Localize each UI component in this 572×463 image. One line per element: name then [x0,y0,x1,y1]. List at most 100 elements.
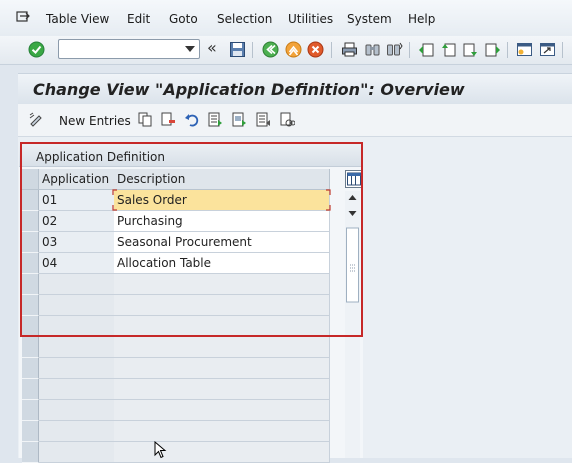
delete-icon[interactable] [161,112,176,127]
description-cell[interactable] [114,400,330,421]
row-selector[interactable] [22,379,39,400]
description-cell[interactable] [114,274,330,295]
menu-help[interactable]: Help [408,12,435,26]
application-cell: 01 [39,190,115,211]
shortcut-icon[interactable] [539,41,556,58]
table-row[interactable]: 02 Purchasing [22,211,330,232]
description-value: Allocation Table [117,256,212,270]
row-selector[interactable] [22,211,39,232]
description-cell[interactable] [114,442,330,463]
menu-system[interactable]: System [347,12,392,26]
vertical-scrollbar[interactable] [345,191,360,458]
description-cell[interactable] [114,379,330,400]
empty-row[interactable] [22,400,330,421]
column-header-application[interactable]: Application [39,169,115,190]
empty-row[interactable] [22,421,330,442]
cancel-icon[interactable] [307,41,324,58]
application-value: 03 [42,235,58,249]
description-cell[interactable] [114,295,330,316]
description-cell[interactable]: Sales Order [112,189,331,211]
previous-page-icon[interactable] [440,41,457,58]
select-all-rows-header[interactable] [22,169,39,190]
enter-check-icon[interactable] [28,41,45,58]
application-value: 01 [42,193,58,207]
row-selector[interactable] [22,253,39,274]
empty-row[interactable] [22,274,330,295]
new-session-icon[interactable] [516,41,533,58]
focus-bracket-icon [112,189,331,211]
description-cell[interactable] [114,421,330,442]
toolbar-separator [409,42,410,58]
find-icon[interactable] [364,41,381,58]
menu-utilities[interactable]: Utilities [288,12,333,26]
row-selector[interactable] [22,232,39,253]
application-cell [39,358,115,379]
table-row[interactable]: 01 Sales Order [22,189,331,211]
exit-icon[interactable] [285,41,302,58]
copy-icon[interactable] [138,112,153,127]
row-selector[interactable] [22,358,39,379]
application-cell [39,442,115,463]
row-selector[interactable] [22,337,39,358]
back-double-icon[interactable]: « [207,38,217,57]
description-cell[interactable]: Seasonal Procurement [114,232,330,253]
undo-icon[interactable] [184,112,199,127]
empty-row[interactable] [22,358,330,379]
application-cell [39,337,115,358]
command-field[interactable] [58,39,200,59]
empty-row[interactable] [22,316,330,337]
page-title: Change View "Application Definition": Ov… [33,80,465,99]
deselect-all-icon[interactable] [256,112,271,127]
row-selector[interactable] [22,274,39,295]
description-cell[interactable] [114,316,330,337]
new-entries-button[interactable]: New Entries [59,114,131,128]
print-list-icon[interactable] [280,112,295,127]
application-value: 04 [42,256,58,270]
save-icon[interactable] [229,41,246,58]
table-row[interactable]: 04 Allocation Table [22,253,330,274]
menu-selection[interactable]: Selection [217,12,272,26]
menu-edit[interactable]: Edit [127,12,150,26]
application-toolbar: New Entries [18,104,572,137]
menu-table-view[interactable]: Table View [46,12,109,26]
print-icon[interactable] [341,41,358,58]
row-selector[interactable] [22,190,39,211]
application-cell: 03 [39,232,115,253]
column-header-description[interactable]: Description [114,169,330,190]
application-cell [39,316,115,337]
row-selector[interactable] [22,316,39,337]
toolbar-separator [252,42,253,58]
toolbar-separator [507,42,508,58]
empty-row[interactable] [22,295,330,316]
table-settings-button[interactable] [345,170,363,188]
row-selector[interactable] [22,295,39,316]
row-selector[interactable] [22,421,39,442]
select-all-icon[interactable] [208,112,223,127]
description-value: Purchasing [117,214,183,228]
table-row[interactable]: 03 Seasonal Procurement [22,232,330,253]
description-cell[interactable]: Allocation Table [114,253,330,274]
application-cell [39,274,115,295]
description-cell[interactable] [114,358,330,379]
description-cell[interactable] [114,337,330,358]
next-page-icon[interactable] [462,41,479,58]
find-next-icon[interactable] [386,41,403,58]
row-selector[interactable] [22,400,39,421]
menu-icon[interactable] [16,11,30,23]
last-page-icon[interactable] [484,41,501,58]
first-page-icon[interactable] [418,41,435,58]
chevron-down-icon[interactable] [185,46,195,52]
display-change-icon[interactable] [29,112,44,127]
menu-goto[interactable]: Goto [169,12,198,26]
select-block-icon[interactable] [232,112,247,127]
description-cell[interactable]: Purchasing [114,211,330,232]
back-icon[interactable] [262,41,279,58]
application-cell: 04 [39,253,115,274]
toolbar-separator [331,42,332,58]
application-cell [39,400,115,421]
empty-row[interactable] [22,442,330,463]
standard-toolbar: « [0,36,572,65]
empty-row[interactable] [22,337,330,358]
empty-row[interactable] [22,379,330,400]
row-selector[interactable] [22,442,39,463]
